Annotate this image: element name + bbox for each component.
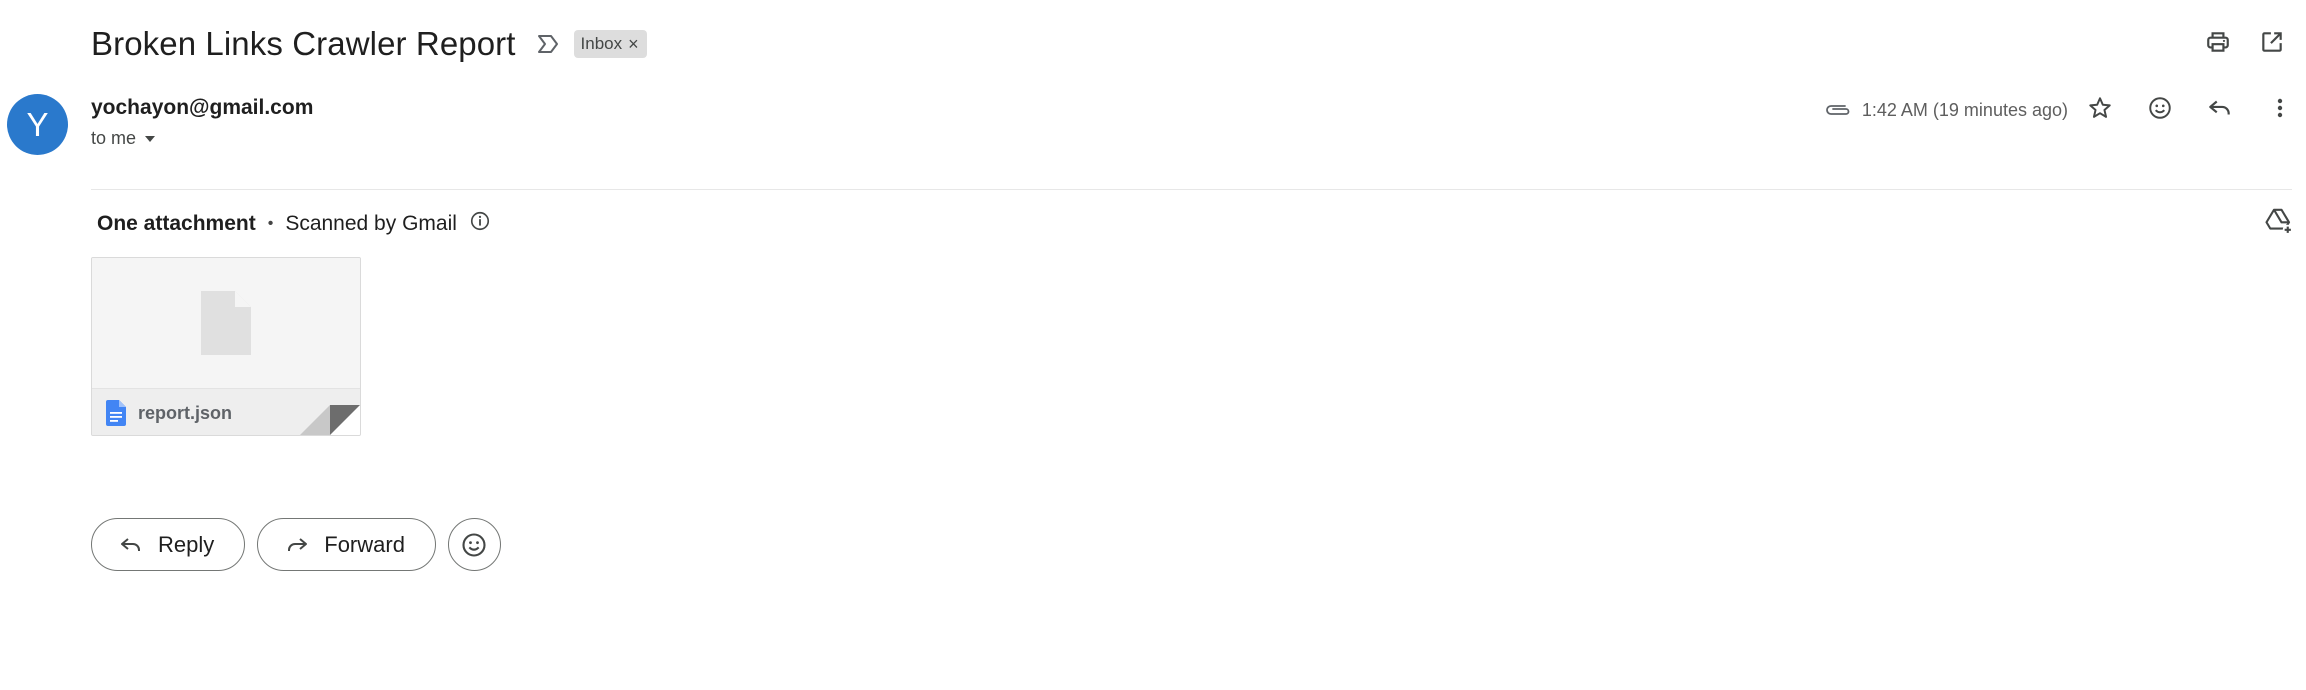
subject-row: Broken Links Crawler Report Inbox ×: [91, 22, 647, 66]
file-placeholder-icon: [201, 291, 251, 355]
more-options-icon[interactable]: [2264, 92, 2296, 124]
email-view: Broken Links Crawler Report Inbox × Y yo…: [0, 0, 2306, 690]
importance-marker-icon[interactable]: [534, 30, 562, 58]
star-icon[interactable]: [2084, 92, 2116, 124]
add-to-drive-icon[interactable]: [2264, 206, 2294, 241]
google-doc-icon: [106, 400, 126, 426]
paperclip-icon: [1825, 105, 1850, 115]
recipients-toggle[interactable]: to me: [91, 128, 156, 149]
remove-label-icon[interactable]: ×: [628, 35, 639, 53]
forward-arrow-icon: [288, 537, 308, 551]
recipients-label: to me: [91, 128, 137, 148]
forward-button[interactable]: Forward: [257, 518, 436, 571]
message-timestamp: 1:42 AM (19 minutes ago): [1861, 99, 2068, 120]
reply-label: Reply: [158, 531, 215, 557]
header-divider: [91, 189, 2292, 190]
attachments-count: One attachment: [97, 212, 256, 235]
sender-email[interactable]: yochayon@gmail.com: [91, 96, 313, 120]
separator-dot: •: [267, 215, 274, 232]
forward-label: Forward: [324, 531, 405, 557]
message-actions: [2084, 92, 2296, 124]
reply-actions: Reply Forward: [91, 518, 501, 571]
message-meta: 1:42 AM (19 minutes ago): [1824, 96, 2068, 124]
open-in-new-window-icon[interactable]: [2256, 26, 2288, 58]
reply-arrow-icon: [121, 537, 140, 551]
print-icon[interactable]: [2202, 26, 2234, 58]
label-chip-text: Inbox: [580, 34, 623, 53]
emoji-reaction-button[interactable]: [447, 518, 501, 571]
attachments-header: One attachment • Scanned by Gmail: [97, 210, 491, 238]
attachment-card[interactable]: report.json: [91, 257, 361, 436]
label-chip-inbox: Inbox ×: [573, 30, 647, 58]
reply-icon[interactable]: [2204, 92, 2236, 124]
attachment-preview: [92, 258, 360, 388]
add-reaction-icon[interactable]: [2144, 92, 2176, 124]
thread-actions: [2202, 26, 2288, 58]
sender-avatar[interactable]: Y: [7, 94, 68, 155]
email-subject: Broken Links Crawler Report: [91, 25, 516, 62]
attachment-filename: report.json: [138, 402, 233, 423]
scan-note: Scanned by Gmail: [285, 212, 457, 235]
info-icon[interactable]: [469, 210, 491, 238]
smiley-icon: [462, 532, 486, 557]
caret-down-icon: [145, 135, 156, 142]
page-curl-corner: [300, 405, 360, 435]
reply-button[interactable]: Reply: [91, 518, 246, 571]
